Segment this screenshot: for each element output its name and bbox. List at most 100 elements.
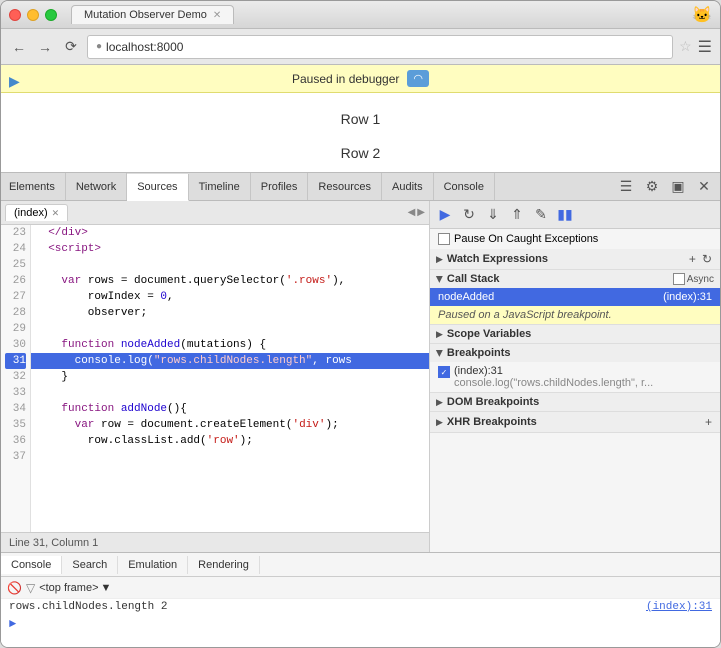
- tab-console[interactable]: Console: [434, 173, 495, 200]
- tab-elements[interactable]: Elements: [1, 173, 66, 200]
- line-num-26: 26: [5, 273, 26, 289]
- dom-breakpoints-header[interactable]: ▶ DOM Breakpoints: [430, 393, 720, 411]
- code-line-35: var row = document.createElement('div');: [31, 417, 429, 433]
- breakpoint-checkbox[interactable]: ✓: [438, 366, 450, 378]
- source-tab-close-icon[interactable]: ✕: [52, 208, 60, 219]
- call-stack-header[interactable]: ▶ Call Stack Async: [430, 270, 720, 288]
- code-line-23: </div>: [31, 225, 429, 241]
- console-frame-label: <top frame>: [39, 582, 98, 594]
- console-output-text: rows.childNodes.length 2: [9, 601, 167, 613]
- console-frame-selector[interactable]: <top frame> ▼: [39, 582, 111, 594]
- row-1: Row 1: [341, 111, 381, 127]
- breakpoints-header[interactable]: ▶ Breakpoints: [430, 344, 720, 362]
- console-tab-emulation[interactable]: Emulation: [118, 556, 188, 574]
- devtools-close-icon[interactable]: ✕: [692, 175, 716, 199]
- debugger-right-panel: ▶ ↻ ⇓ ⇑ ✎ ▮▮ Pause On Caught Exceptions: [430, 201, 720, 552]
- console-output-link[interactable]: (index):31: [646, 601, 712, 613]
- titlebar: Mutation Observer Demo ✕ 🐱: [1, 1, 720, 29]
- step-over-button[interactable]: ↻: [458, 204, 480, 226]
- source-tab-prev-icon[interactable]: ◀: [408, 207, 416, 218]
- minimize-button[interactable]: [27, 9, 39, 21]
- tab-area: Mutation Observer Demo ✕: [71, 5, 686, 24]
- back-button[interactable]: ←: [9, 37, 29, 57]
- code-line-25: [31, 257, 429, 273]
- line-num-23: 23: [5, 225, 26, 241]
- devtools-toggle-icon[interactable]: ☰: [614, 175, 638, 199]
- forward-button[interactable]: →: [35, 37, 55, 57]
- pause-exceptions-row: Pause On Caught Exceptions: [430, 229, 720, 249]
- console-clear-button[interactable]: 🚫: [7, 581, 22, 595]
- console-tab-rendering[interactable]: Rendering: [188, 556, 260, 574]
- addressbar: ← → ⟳ ● localhost:8000 ☆ ☰: [1, 29, 720, 65]
- code-line-30: function nodeAdded(mutations) {: [31, 337, 429, 353]
- code-line-27: rowIndex = 0,: [31, 289, 429, 305]
- tab-sources[interactable]: Sources: [127, 174, 188, 201]
- tab-profiles[interactable]: Profiles: [251, 173, 309, 200]
- watch-add-button[interactable]: +: [687, 252, 698, 266]
- code-area: 23 24 25 26 27 28 29 30 31 32 33 34: [1, 225, 429, 532]
- pause-button[interactable]: ▮▮: [554, 204, 576, 226]
- line-num-25: 25: [5, 257, 26, 273]
- watch-expressions-section: ▶ Watch Expressions + ↻: [430, 249, 720, 270]
- browser-tab-active[interactable]: Mutation Observer Demo ✕: [71, 5, 234, 24]
- reload-button[interactable]: ⟳: [61, 37, 81, 57]
- devtools-settings-icon[interactable]: ⚙: [640, 175, 664, 199]
- tab-network[interactable]: Network: [66, 173, 127, 200]
- tab-audits[interactable]: Audits: [382, 173, 434, 200]
- watch-refresh-button[interactable]: ↻: [700, 252, 714, 266]
- tab-resources[interactable]: Resources: [308, 173, 382, 200]
- xhr-breakpoints-section: ▶ XHR Breakpoints +: [430, 412, 720, 433]
- code-line-32: }: [31, 369, 429, 385]
- console-filter-button[interactable]: ▽: [26, 581, 35, 595]
- resume-button[interactable]: ◠: [407, 70, 429, 87]
- callstack-entry-nodeAdded[interactable]: nodeAdded (index):31: [430, 288, 720, 306]
- line-num-36: 36: [5, 433, 26, 449]
- breakpoints-section: ▶ Breakpoints ✓ (index):31 console.log("…: [430, 344, 720, 393]
- line-num-30: 30: [5, 337, 26, 353]
- step-into-button[interactable]: ⇓: [482, 204, 504, 226]
- scope-chevron-icon: ▶: [436, 329, 443, 340]
- row-2: Row 2: [341, 145, 381, 161]
- breakpoints-title: Breakpoints: [447, 347, 511, 359]
- source-tab-arrows: ◀ ▶: [408, 207, 425, 218]
- deactivate-button[interactable]: ✎: [530, 204, 552, 226]
- breakpoint-item-31: ✓ (index):31 console.log("rows.childNode…: [430, 362, 720, 392]
- callstack-location: (index):31: [663, 291, 712, 303]
- tab-timeline[interactable]: Timeline: [189, 173, 251, 200]
- xhr-breakpoints-header[interactable]: ▶ XHR Breakpoints +: [430, 412, 720, 432]
- debugger-bar: Paused in debugger ◠: [1, 65, 720, 93]
- breakpoint-details: (index):31 console.log("rows.childNodes.…: [454, 365, 653, 389]
- scope-variables-header[interactable]: ▶ Scope Variables: [430, 325, 720, 343]
- xhr-add-button[interactable]: +: [703, 415, 714, 429]
- maximize-button[interactable]: [45, 9, 57, 21]
- console-tab-search[interactable]: Search: [62, 556, 118, 574]
- step-out-button[interactable]: ⇑: [506, 204, 528, 226]
- bookmark-button[interactable]: ☆: [679, 38, 692, 55]
- line-num-33: 33: [5, 385, 26, 401]
- code-line-29: [31, 321, 429, 337]
- devtools-tabbar: Elements Network Sources Timeline Profil…: [1, 173, 720, 201]
- debugger-text: Paused in debugger: [292, 72, 399, 86]
- devtools-dock-icon[interactable]: ▣: [666, 175, 690, 199]
- line-num-28: 28: [5, 305, 26, 321]
- address-box[interactable]: ● localhost:8000: [87, 35, 673, 59]
- source-file-tabbar: (index) ✕ ◀ ▶: [1, 201, 429, 225]
- source-tab-index[interactable]: (index) ✕: [5, 204, 68, 221]
- console-content: 🚫 ▽ <top frame> ▼ rows.childNodes.length…: [1, 577, 720, 647]
- pause-exceptions-checkbox[interactable]: [438, 233, 450, 245]
- close-button[interactable]: [9, 9, 21, 21]
- viewport: ▶ Paused in debugger ◠ Row 1 Row 2 Eleme…: [1, 65, 720, 552]
- code-line-36: row.classList.add('row');: [31, 433, 429, 449]
- source-tab-next-icon[interactable]: ▶: [417, 207, 425, 218]
- async-checkbox[interactable]: [673, 273, 685, 285]
- watch-expressions-header[interactable]: ▶ Watch Expressions + ↻: [430, 249, 720, 269]
- line-num-35: 35: [5, 417, 26, 433]
- code-line-37: [31, 449, 429, 465]
- menu-button[interactable]: ☰: [698, 37, 712, 57]
- xhr-breakpoints-title: XHR Breakpoints: [447, 416, 537, 428]
- console-tab-console[interactable]: Console: [1, 556, 62, 574]
- continue-button[interactable]: ▶: [434, 204, 456, 226]
- tab-close-icon[interactable]: ✕: [213, 10, 221, 21]
- url-icon: ●: [96, 41, 102, 52]
- code-line-33: [31, 385, 429, 401]
